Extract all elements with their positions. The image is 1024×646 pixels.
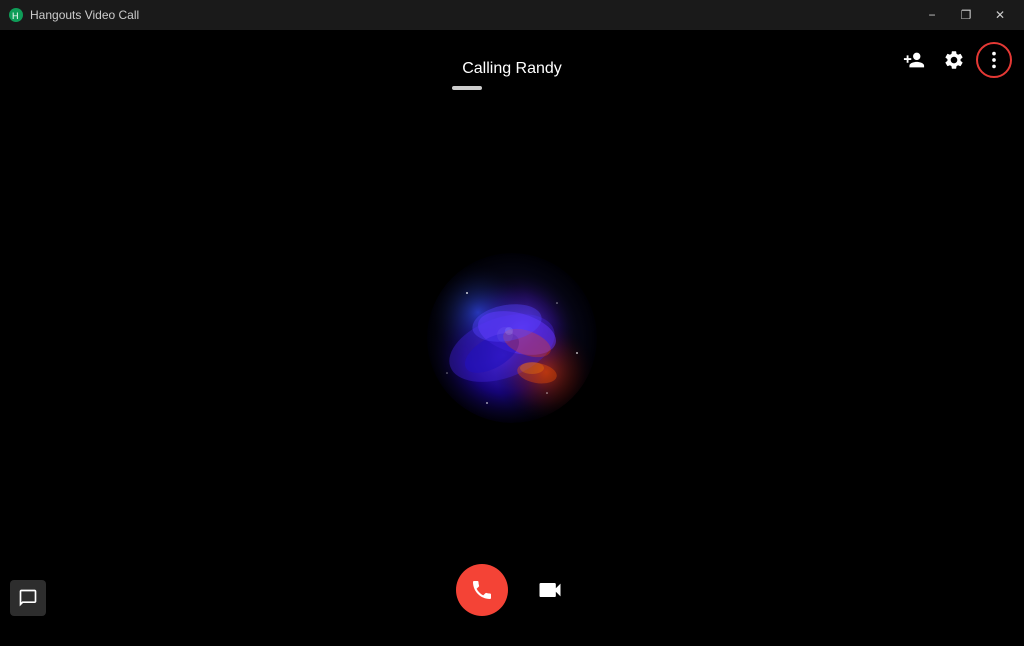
- close-button[interactable]: ✕: [984, 0, 1016, 30]
- hangouts-icon: H: [8, 7, 24, 23]
- top-toolbar: [896, 30, 1024, 78]
- svg-text:H: H: [12, 11, 19, 21]
- calling-status: Calling Randy: [462, 60, 562, 78]
- contact-avatar: [427, 253, 597, 423]
- main-content: Calling Randy: [0, 30, 1024, 646]
- settings-button[interactable]: [936, 42, 972, 78]
- minimize-button[interactable]: −: [916, 0, 948, 30]
- toggle-video-button[interactable]: [532, 572, 568, 608]
- end-call-button[interactable]: [456, 564, 508, 616]
- title-bar-controls: − ❐ ✕: [916, 0, 1016, 30]
- title-bar: H Hangouts Video Call − ❐ ✕: [0, 0, 1024, 30]
- title-bar-left: H Hangouts Video Call: [8, 7, 139, 23]
- maximize-button[interactable]: ❐: [950, 0, 982, 30]
- window-title: Hangouts Video Call: [30, 8, 139, 22]
- chat-button[interactable]: [10, 580, 46, 616]
- loading-indicator: [452, 86, 482, 90]
- call-controls: [456, 564, 568, 616]
- add-person-button[interactable]: [896, 42, 932, 78]
- more-options-button[interactable]: [976, 42, 1012, 78]
